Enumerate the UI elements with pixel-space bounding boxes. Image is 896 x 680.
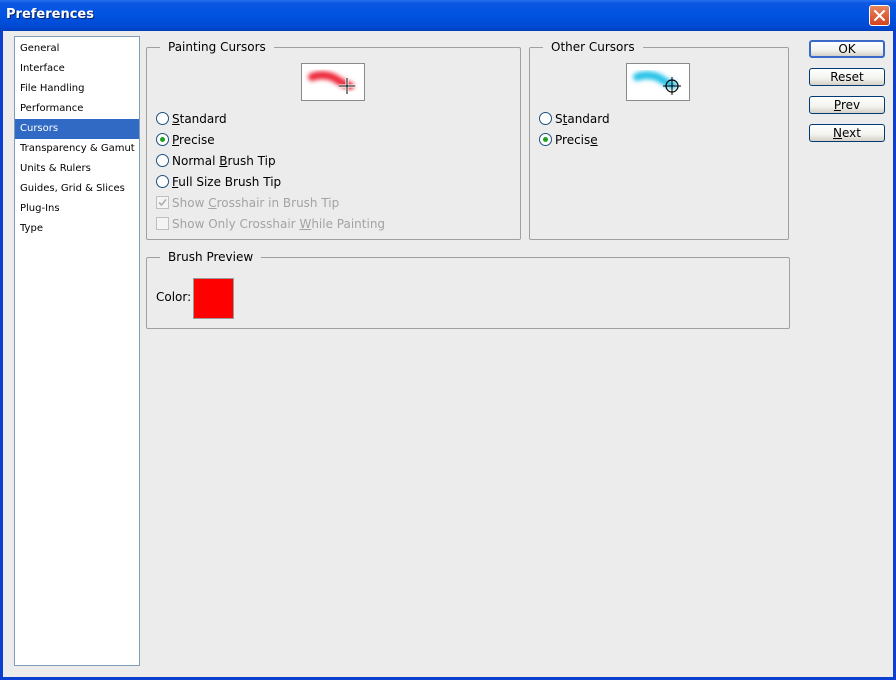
other-precise-label-pre: Precis — [555, 133, 591, 147]
painting-cursors-group: Painting Cursors Standard Precise Normal… — [146, 40, 521, 240]
painting-precise-label-key: P — [172, 133, 180, 147]
prev-button-label-key: P — [833, 98, 841, 112]
other-precise-option[interactable]: Precise — [539, 131, 598, 149]
painting-standard-label-key: S — [172, 112, 180, 126]
category-transparency-gamut[interactable]: Transparency & Gamut — [15, 139, 139, 159]
painting-cursor-preview — [301, 63, 365, 101]
other-brush-stroke — [633, 71, 677, 89]
prev-button-label-post: rev — [840, 98, 861, 112]
show-crosshair-label-post: rosshair in Brush Tip — [216, 196, 340, 210]
prev-button[interactable]: Prev — [809, 96, 885, 114]
show-crosshair-label-key: C — [208, 196, 217, 210]
show-only-crosshair-label-post: hile Painting — [311, 217, 386, 231]
other-precise-radio[interactable] — [539, 133, 552, 146]
painting-brush-stroke — [308, 71, 354, 90]
other-standard-label-pre: S — [555, 112, 563, 126]
normal-brush-tip-label-post: rush Tip — [227, 154, 276, 168]
window-title: Preferences — [6, 7, 94, 22]
other-cursors-title: Other Cursors — [543, 40, 643, 55]
full-size-brush-tip-radio[interactable] — [156, 175, 169, 188]
normal-brush-tip-option[interactable]: Normal Brush Tip — [156, 152, 276, 170]
show-only-crosshair-label-pre: Show Only Crosshair — [172, 217, 300, 231]
category-performance[interactable]: Performance — [15, 99, 139, 119]
preferences-dialog: Preferences General Interface File Handl… — [0, 0, 896, 680]
show-only-crosshair-label-key: W — [299, 217, 312, 231]
brush-preview-title: Brush Preview — [160, 250, 262, 265]
painting-standard-label-post: tandard — [179, 112, 227, 126]
category-plug-ins[interactable]: Plug-Ins — [15, 199, 139, 219]
category-general[interactable]: General — [15, 39, 139, 59]
ok-button-label: OK — [838, 42, 856, 56]
category-file-handling[interactable]: File Handling — [15, 79, 139, 99]
other-standard-label-post: andard — [567, 112, 610, 126]
normal-brush-tip-radio[interactable] — [156, 154, 169, 167]
full-size-brush-tip-option[interactable]: Full Size Brush Tip — [156, 173, 281, 191]
category-type[interactable]: Type — [15, 219, 139, 239]
next-button[interactable]: Next — [809, 124, 885, 142]
reset-button[interactable]: Reset — [809, 68, 885, 86]
category-cursors[interactable]: Cursors — [15, 119, 139, 139]
reset-button-label: Reset — [830, 70, 864, 84]
normal-brush-tip-label-pre: Normal — [172, 154, 220, 168]
title-bar[interactable]: Preferences — [0, 0, 896, 31]
category-interface[interactable]: Interface — [15, 59, 139, 79]
checkmark-icon — [158, 198, 167, 207]
brush-preview-group: Brush Preview Color: — [146, 250, 790, 329]
painting-standard-option[interactable]: Standard — [156, 110, 227, 128]
brush-stroke-target-icon — [633, 71, 681, 95]
close-icon — [874, 10, 885, 21]
full-size-brush-tip-label-post: ull Size Brush Tip — [178, 175, 282, 189]
brush-stroke-crosshair-icon — [308, 71, 355, 94]
show-only-crosshair-checkbox — [156, 217, 169, 230]
painting-standard-radio[interactable] — [156, 112, 169, 125]
show-only-crosshair-option: Show Only Crosshair While Painting — [156, 215, 385, 233]
next-button-label-post: ext — [842, 126, 861, 140]
close-button[interactable] — [869, 5, 890, 26]
other-standard-option[interactable]: Standard — [539, 110, 610, 128]
painting-precise-option[interactable]: Precise — [156, 131, 215, 149]
ok-button[interactable]: OK — [809, 40, 885, 58]
show-crosshair-label-pre: Show — [172, 196, 209, 210]
show-crosshair-checkbox — [156, 196, 169, 209]
brush-preview-color-swatch[interactable] — [193, 278, 234, 319]
other-precise-label-key: e — [590, 133, 598, 147]
painting-cursors-title: Painting Cursors — [160, 40, 274, 55]
color-label: Color: — [156, 290, 192, 304]
other-standard-radio[interactable] — [539, 112, 552, 125]
category-guides-grid-slices[interactable]: Guides, Grid & Slices — [15, 179, 139, 199]
show-crosshair-option: Show Crosshair in Brush Tip — [156, 194, 339, 212]
painting-precise-label-post: recise — [179, 133, 215, 147]
category-list[interactable]: General Interface File Handling Performa… — [14, 36, 140, 666]
other-cursor-preview — [626, 63, 690, 101]
next-button-label-key: N — [833, 126, 842, 140]
category-units-rulers[interactable]: Units & Rulers — [15, 159, 139, 179]
painting-precise-radio[interactable] — [156, 133, 169, 146]
other-cursors-group: Other Cursors Standard Precise — [529, 40, 789, 240]
